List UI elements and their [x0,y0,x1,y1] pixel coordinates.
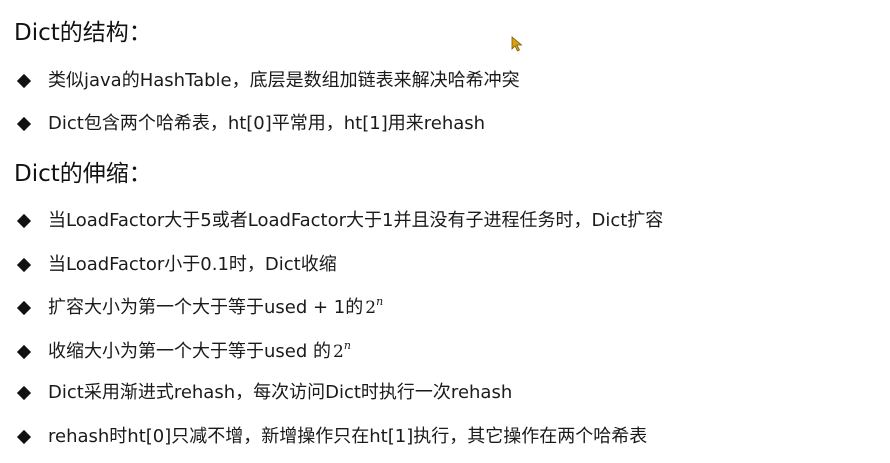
formula-exponent: n [376,295,384,308]
list-item: 类似java的HashTable，底层是数组加链表来解决哈希冲突 [16,68,520,94]
section-heading-scaling: Dict的伸缩： [14,161,152,187]
list-item-text: Dict采用渐进式rehash，每次访问Dict时执行一次rehash [48,382,513,403]
section-heading-structure: Dict的结构： [14,20,152,46]
list-item: 当LoadFactor大于5或者LoadFactor大于1并且没有子进程任务时，… [16,208,663,234]
list-item-text: 当LoadFactor小于0.1时，Dict收缩 [48,254,337,275]
list-item: 当LoadFactor小于0.1时，Dict收缩 [16,252,337,278]
list-item-text: 扩容大小为第一个大于等于used + 1的 [48,297,364,318]
list-item: 收缩大小为第一个大于等于used 的 2n [16,339,351,365]
list-item: Dict采用渐进式rehash，每次访问Dict时执行一次rehash [16,380,512,406]
list-item: Dict包含两个哈希表，ht[0]平常用，ht[1]用来rehash [16,111,485,137]
list-item-text: 收缩大小为第一个大于等于used 的 [48,341,332,362]
diamond-bullet-icon [16,116,32,132]
power-of-two-formula: 2n [333,339,351,362]
diamond-bullet-icon [16,300,32,316]
diamond-bullet-icon [16,257,32,273]
formula-base: 2 [333,342,344,362]
diamond-bullet-icon [16,73,32,89]
list-item-text: rehash时ht[0]只减不增，新增操作只在ht[1]执行，其它操作在两个哈希… [48,426,648,447]
diamond-bullet-icon [16,385,32,401]
formula-exponent: n [343,339,351,352]
mouse-pointer-icon [511,36,523,52]
diamond-bullet-icon [16,344,32,360]
list-item: 扩容大小为第一个大于等于used + 1的 2n [16,295,383,321]
formula-base: 2 [365,298,377,318]
diamond-bullet-icon [16,213,32,229]
list-item: rehash时ht[0]只减不增，新增操作只在ht[1]执行，其它操作在两个哈希… [16,424,647,450]
list-item-text: 类似java的HashTable，底层是数组加链表来解决哈希冲突 [48,70,520,91]
list-item-text: Dict包含两个哈希表，ht[0]平常用，ht[1]用来rehash [48,113,486,134]
diamond-bullet-icon [16,429,32,445]
power-of-two-formula: 2n [365,295,384,318]
list-item-text: 当LoadFactor大于5或者LoadFactor大于1并且没有子进程任务时，… [48,210,664,231]
